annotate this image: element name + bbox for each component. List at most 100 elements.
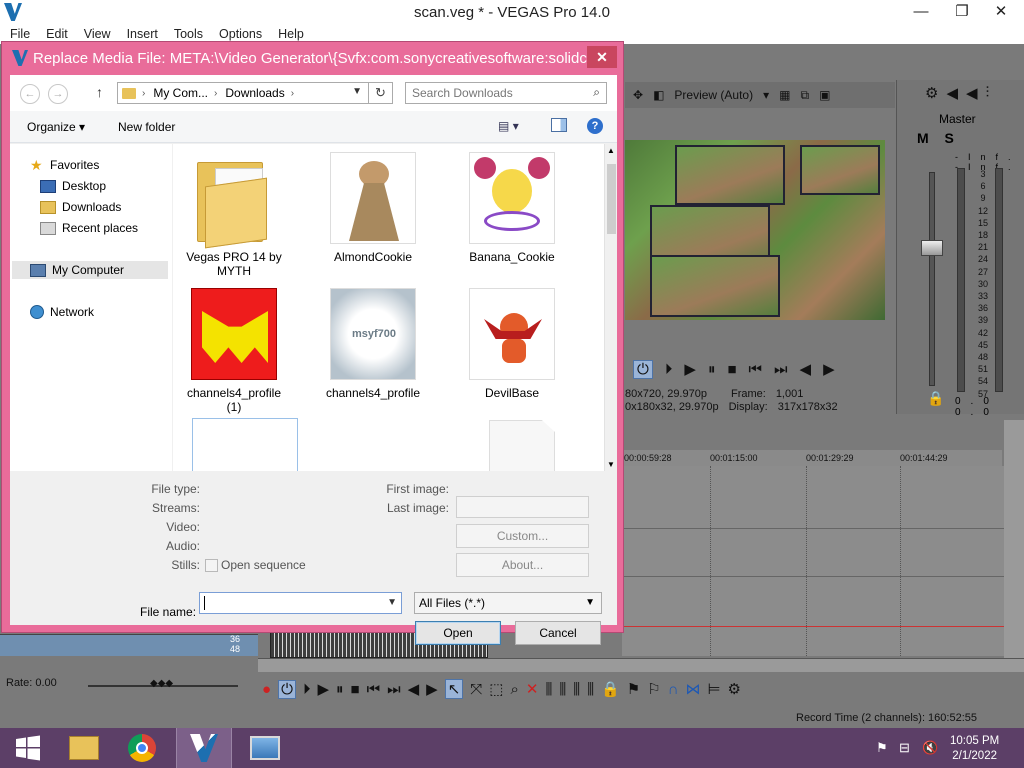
- menu-edit[interactable]: Edit: [38, 27, 76, 41]
- split-icon[interactable]: ✥: [633, 88, 643, 102]
- forward-icon[interactable]: →: [48, 84, 68, 104]
- chevron-down-icon[interactable]: ▼: [607, 460, 615, 469]
- file-icon[interactable]: [489, 420, 555, 471]
- menu-insert[interactable]: Insert: [119, 27, 166, 41]
- mixer-icon[interactable]: ⫶: [986, 84, 990, 102]
- file-name-input[interactable]: ▼: [199, 592, 402, 614]
- chevron-right-icon[interactable]: ›: [291, 88, 294, 99]
- organize-button[interactable]: Organize ▾: [27, 120, 85, 134]
- go-end-icon[interactable]: ⏭: [387, 681, 401, 698]
- prev-frame-icon[interactable]: ◀: [408, 680, 420, 698]
- menu-options[interactable]: Options: [211, 27, 270, 41]
- file-explorer-taskbar-button[interactable]: [56, 728, 112, 768]
- breadcrumb-downloads[interactable]: Downloads: [225, 86, 284, 100]
- breadcrumb-my-computer[interactable]: My Com...: [153, 86, 208, 100]
- file-item[interactable]: DevilBase: [457, 288, 567, 400]
- play-icon[interactable]: ▶: [684, 360, 696, 378]
- split-icon[interactable]: ⫼: [587, 681, 594, 698]
- selection-tool-icon[interactable]: ⬚: [489, 680, 503, 698]
- chevron-down-icon[interactable]: ▼: [352, 86, 362, 97]
- open-button[interactable]: Open: [415, 621, 501, 645]
- envelope-tool-icon[interactable]: ⤧: [470, 681, 482, 698]
- menu-view[interactable]: View: [76, 27, 119, 41]
- marker-icon[interactable]: ⚑: [627, 680, 640, 698]
- file-item[interactable]: msyf700 channels4_profile: [318, 288, 428, 400]
- address-bar[interactable]: › My Com... › Downloads › ▼ ↻: [117, 82, 393, 104]
- nav-network[interactable]: Network: [30, 303, 94, 321]
- restore-button[interactable]: ❐: [945, 0, 979, 22]
- play-icon[interactable]: ▶: [317, 680, 329, 698]
- go-start-icon[interactable]: ⏮: [367, 681, 381, 698]
- search-icon[interactable]: ⌕: [593, 85, 600, 100]
- back-icon[interactable]: ←: [20, 84, 40, 104]
- vegas-taskbar-button[interactable]: [176, 728, 232, 768]
- up-arrow-icon[interactable]: ↑: [96, 84, 103, 100]
- refresh-icon[interactable]: ↻: [368, 83, 392, 103]
- save-snapshot-icon[interactable]: ▣: [819, 88, 830, 102]
- file-list-scrollbar[interactable]: ▲ ▼: [604, 144, 617, 471]
- menu-help[interactable]: Help: [270, 27, 312, 41]
- menu-file[interactable]: File: [2, 27, 38, 41]
- normal-edit-tool-icon[interactable]: ↖: [444, 679, 464, 699]
- snapping-icon[interactable]: ∩: [668, 681, 679, 698]
- grid-icon[interactable]: ▦: [779, 88, 790, 102]
- preview-pane-icon[interactable]: [551, 118, 567, 132]
- prev-frame-icon[interactable]: ◀: [800, 360, 812, 378]
- pause-icon[interactable]: ⏸: [708, 361, 716, 378]
- record-icon[interactable]: ●: [262, 681, 271, 698]
- last-image-field[interactable]: [456, 496, 589, 518]
- system-clock[interactable]: 10:05 PM 2/1/2022: [950, 734, 999, 764]
- go-end-icon[interactable]: ⏭: [774, 361, 788, 378]
- auto-crossfade-icon[interactable]: ⋈: [685, 680, 700, 698]
- open-sequence-checkbox[interactable]: [205, 559, 218, 572]
- rate-slider-handle[interactable]: ◆◆◆: [150, 678, 173, 689]
- nav-favorites[interactable]: ★ Favorites: [30, 156, 99, 174]
- loop-icon[interactable]: ⏻: [633, 359, 653, 379]
- timeline-horizontal-scrollbar[interactable]: [258, 658, 1024, 672]
- nav-desktop[interactable]: Desktop: [40, 177, 106, 195]
- mute-solo-buttons[interactable]: M S: [917, 130, 960, 146]
- file-item[interactable]: channels4_profile (1): [179, 288, 289, 414]
- speaker-icon[interactable]: ◀: [946, 84, 958, 102]
- network-icon[interactable]: ⊟: [899, 740, 910, 756]
- loop-icon[interactable]: ⏻: [278, 679, 296, 699]
- volume-muted-icon[interactable]: 🔇: [922, 740, 938, 756]
- gear-icon[interactable]: ⚙: [925, 84, 938, 102]
- cancel-button[interactable]: Cancel: [515, 621, 601, 645]
- chevron-up-icon[interactable]: ▲: [607, 146, 615, 155]
- region-icon[interactable]: ⚐: [647, 680, 660, 698]
- close-button[interactable]: ✕: [984, 0, 1018, 22]
- timeline-ruler[interactable]: 00:00:59:28 00:01:15:00 00:01:29:29 00:0…: [622, 450, 1002, 466]
- search-input[interactable]: Search Downloads ⌕: [405, 82, 607, 104]
- menu-tools[interactable]: Tools: [166, 27, 211, 41]
- file-item-partial[interactable]: [192, 418, 298, 471]
- lock-icon[interactable]: 🔒: [601, 680, 620, 698]
- about-button[interactable]: About...: [456, 553, 589, 577]
- play-from-start-icon[interactable]: ⏵: [303, 681, 311, 698]
- nav-recent-places[interactable]: Recent places: [40, 219, 138, 237]
- stop-icon[interactable]: ■: [351, 681, 360, 698]
- action-center-flag-icon[interactable]: ⚑: [876, 740, 888, 756]
- minimize-button[interactable]: —: [904, 0, 938, 22]
- help-icon[interactable]: ?: [587, 118, 603, 134]
- overlay-icon[interactable]: ◧: [653, 88, 664, 102]
- stop-icon[interactable]: ■: [727, 361, 736, 378]
- chrome-taskbar-button[interactable]: [114, 728, 170, 768]
- nav-my-computer[interactable]: My Computer: [12, 261, 168, 279]
- start-button[interactable]: [0, 728, 56, 768]
- speaker-fx-icon[interactable]: ◀: [966, 84, 978, 102]
- file-item[interactable]: Banana_Cookie: [457, 152, 567, 264]
- master-fader-track[interactable]: [929, 172, 935, 386]
- file-type-select[interactable]: All Files (*.*) ▼: [414, 592, 602, 614]
- custom-button[interactable]: Custom...: [456, 524, 589, 548]
- zoom-tool-icon[interactable]: ⌕: [510, 681, 518, 698]
- chevron-down-icon[interactable]: ▾: [763, 88, 769, 102]
- copy-snapshot-icon[interactable]: ⧉: [800, 88, 809, 103]
- dialog-titlebar[interactable]: Replace Media File: META:\Video Generato…: [2, 42, 623, 74]
- file-item[interactable]: AlmondCookie: [318, 152, 428, 264]
- file-item[interactable]: Vegas PRO 14 by MYTH: [179, 152, 289, 278]
- trim-end-icon[interactable]: ⫼: [573, 681, 580, 698]
- go-start-icon[interactable]: ⏮: [749, 361, 763, 378]
- dialog-close-button[interactable]: ✕: [587, 46, 617, 68]
- master-fader-handle[interactable]: [921, 240, 943, 256]
